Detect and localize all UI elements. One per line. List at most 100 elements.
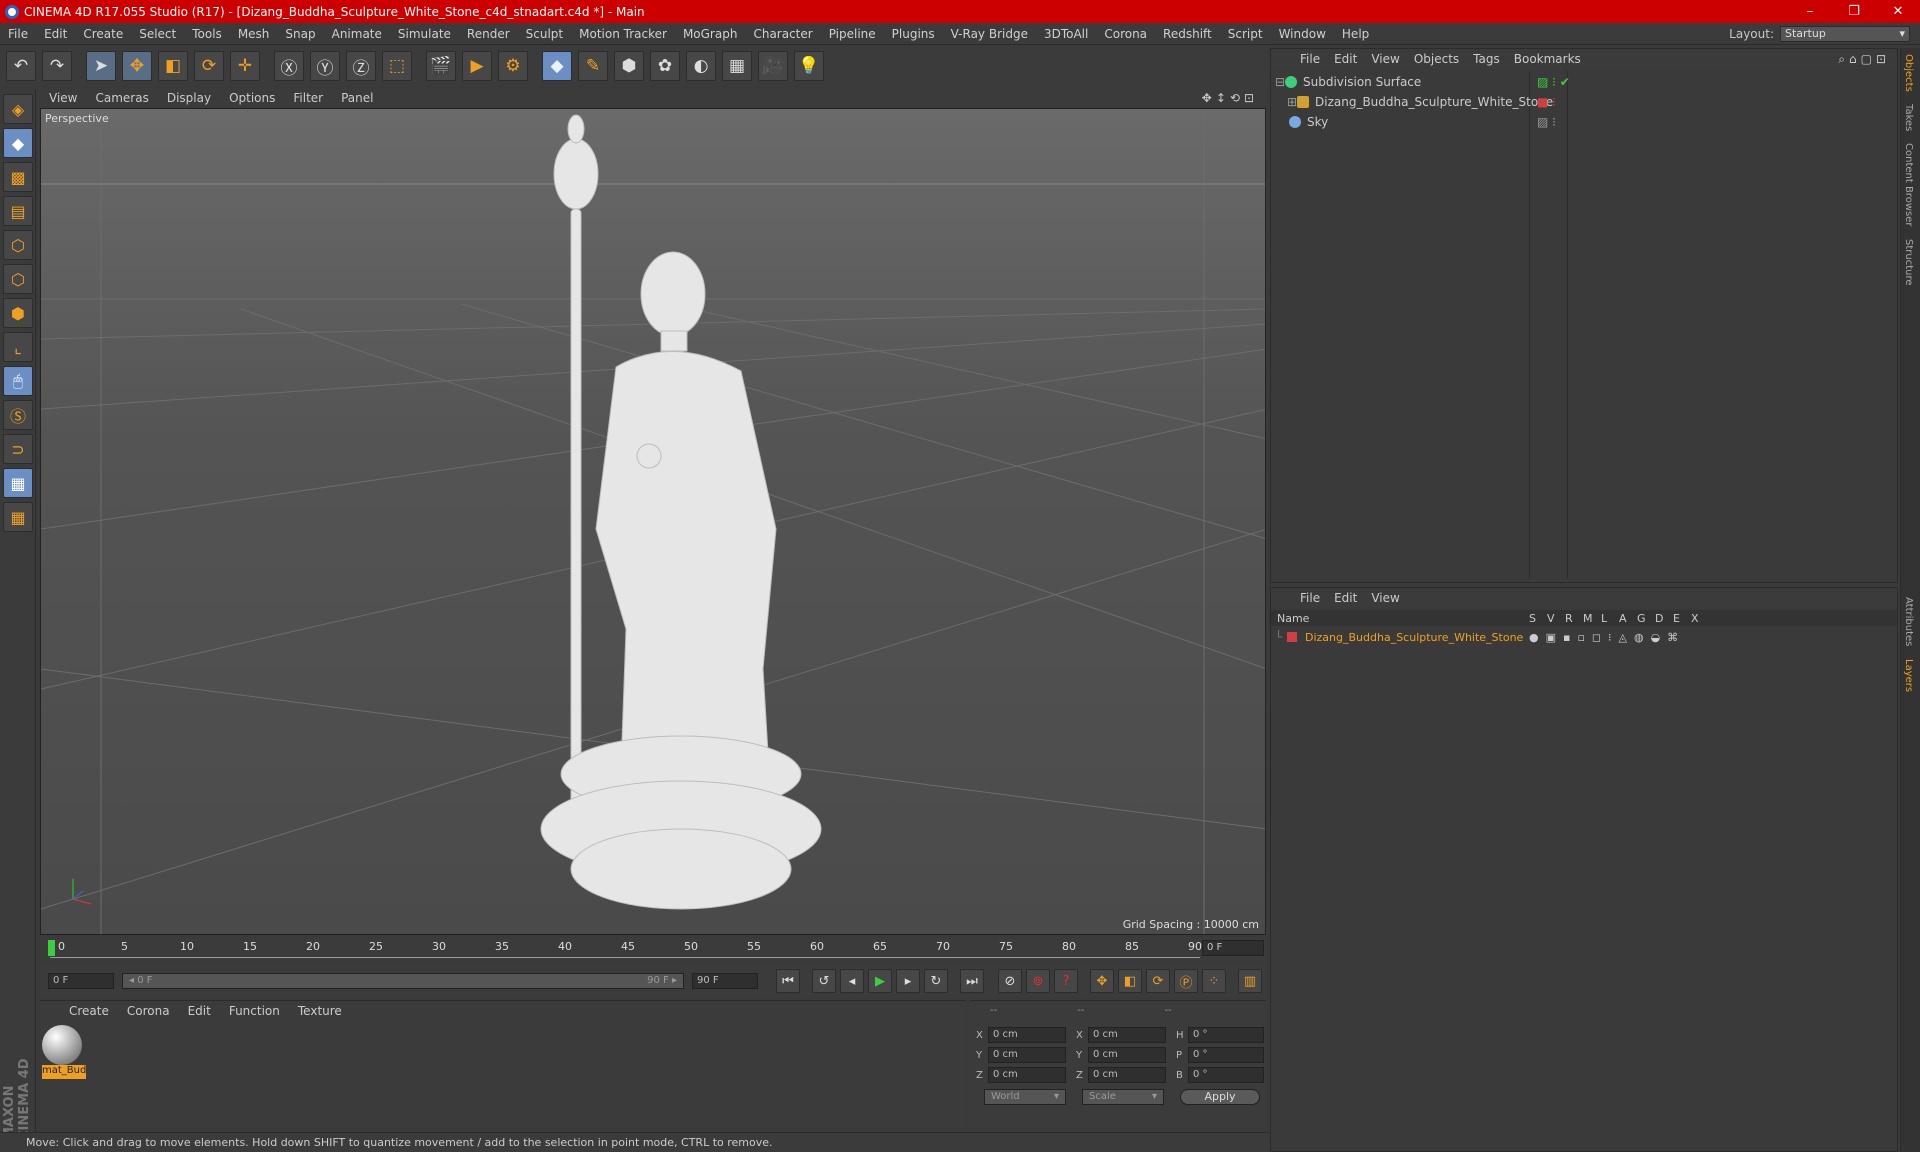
rotation-b-field[interactable]: 0 °	[1188, 1067, 1264, 1083]
objects-menu-tags[interactable]: Tags	[1466, 52, 1507, 66]
edges-mode-icon[interactable]: ⬡	[3, 264, 33, 294]
maximize-button[interactable]: ❐	[1832, 4, 1876, 19]
menu-create[interactable]: Create	[75, 27, 131, 41]
material-menu-function[interactable]: Function	[220, 1004, 289, 1018]
previous-key-icon[interactable]: ↺	[812, 969, 836, 993]
object-row-sky[interactable]: Sky ▨ ⁝	[1275, 113, 1895, 131]
y-axis-icon[interactable]: Ⓨ	[310, 51, 340, 81]
material-menu-texture[interactable]: Texture	[289, 1004, 351, 1018]
pen-spline-icon[interactable]: ✎	[578, 51, 608, 81]
viewport-menu-filter[interactable]: Filter	[284, 91, 332, 105]
snap-icon[interactable]: Ⓢ	[3, 400, 33, 430]
material-menu-edit[interactable]: Edit	[179, 1004, 220, 1018]
layer-color-swatch[interactable]	[1287, 632, 1297, 642]
menu-3dtoall[interactable]: 3DToAll	[1036, 27, 1096, 41]
objects-menu-view[interactable]: View	[1364, 52, 1406, 66]
deformer-icon[interactable]: ◐	[686, 51, 716, 81]
position-z-field[interactable]: 0 cm	[988, 1067, 1066, 1083]
current-frame-field[interactable]: 0 F	[1202, 940, 1264, 956]
cube-primitive-icon[interactable]: ◆	[542, 51, 572, 81]
previous-frame-icon[interactable]: ◂	[840, 969, 864, 993]
polygons-mode-icon[interactable]: ⬢	[3, 298, 33, 328]
menu-sculpt[interactable]: Sculpt	[518, 27, 571, 41]
material-menu-corona[interactable]: Corona	[118, 1004, 179, 1018]
menu-redshift[interactable]: Redshift	[1155, 27, 1220, 41]
menu-script[interactable]: Script	[1220, 27, 1271, 41]
layout-dropdown[interactable]: Startup	[1780, 25, 1910, 42]
perspective-viewport[interactable]: Perspective Grid Spacing : 10000 cm	[40, 108, 1266, 935]
material-menu-create[interactable]: Create	[60, 1004, 118, 1018]
subdivision-generator-icon[interactable]: ⬢	[614, 51, 644, 81]
visibility-dots-icon[interactable]: ▨ ⁝	[1537, 115, 1556, 129]
viewport-menu-panel[interactable]: Panel	[332, 91, 382, 105]
lock-workplane-icon[interactable]: ▦	[3, 468, 33, 498]
menu-file[interactable]: File	[0, 27, 36, 41]
objects-menu-objects[interactable]: Objects	[1407, 52, 1466, 66]
points-mode-icon[interactable]: ⬡	[3, 230, 33, 260]
minimize-button[interactable]: –	[1788, 4, 1832, 19]
menu-window[interactable]: Window	[1271, 27, 1334, 41]
menu-motion-tracker[interactable]: Motion Tracker	[571, 27, 675, 41]
menu-render[interactable]: Render	[459, 27, 518, 41]
planar-workplane-icon[interactable]: ▦	[3, 502, 33, 532]
key-pla-icon[interactable]: ⁘	[1202, 969, 1226, 993]
menu-snap[interactable]: Snap	[277, 27, 323, 41]
menu-simulate[interactable]: Simulate	[390, 27, 459, 41]
enabled-check-icon[interactable]: ▨ ⁝ ✔	[1537, 75, 1570, 89]
menu-edit[interactable]: Edit	[36, 27, 75, 41]
redo-icon[interactable]: ↷	[42, 51, 72, 81]
mograph-cloner-icon[interactable]: ✿	[650, 51, 680, 81]
rotation-h-field[interactable]: 0 °	[1188, 1027, 1264, 1043]
timeline-playhead[interactable]	[48, 940, 55, 956]
material-swatch[interactable]: mat_Bud	[42, 1025, 86, 1081]
menu-mograph[interactable]: MoGraph	[675, 27, 746, 41]
viewport-menu-options[interactable]: Options	[220, 91, 284, 105]
timeline-window-icon[interactable]: ▥	[1238, 969, 1262, 993]
timeline-ruler[interactable]: 0 5 10 15 20 25 30 35 40 45 50 55 60 65 …	[40, 938, 1266, 960]
layer-color-tag-icon[interactable]: ■ ⁝	[1537, 95, 1556, 109]
close-button[interactable]: ✕	[1876, 4, 1920, 19]
axis-mode-icon[interactable]: ⌞	[3, 332, 33, 362]
workplane-icon[interactable]: ▤	[3, 196, 33, 226]
menu-pipeline[interactable]: Pipeline	[821, 27, 884, 41]
render-settings-icon[interactable]: ⚙	[498, 51, 528, 81]
key-parameter-icon[interactable]: Ⓟ	[1174, 969, 1198, 993]
keyframe-selection-icon[interactable]: ?	[1054, 969, 1078, 993]
go-to-start-icon[interactable]: ⏮	[776, 969, 800, 993]
tab-takes[interactable]: Takes	[1901, 98, 1916, 137]
apply-button[interactable]: Apply	[1180, 1089, 1260, 1105]
tab-content-browser[interactable]: Content Browser	[1901, 137, 1916, 232]
scale-tool-icon[interactable]: ◧	[158, 51, 188, 81]
rotate-tool-icon[interactable]: ⟳	[194, 51, 224, 81]
menu-animate[interactable]: Animate	[324, 27, 390, 41]
tab-objects[interactable]: Objects	[1901, 48, 1916, 98]
move-tool-icon[interactable]: ✥	[122, 51, 152, 81]
texture-mode-icon[interactable]: ▩	[3, 162, 33, 192]
menu-tools[interactable]: Tools	[184, 27, 230, 41]
start-frame-field[interactable]: 0 F	[48, 973, 114, 989]
tab-attributes[interactable]: Attributes	[1901, 591, 1916, 652]
menu-vray-bridge[interactable]: V-Ray Bridge	[943, 27, 1036, 41]
key-rotation-icon[interactable]: ⟳	[1146, 969, 1170, 993]
coordinate-mode-dropdown[interactable]: World ▾	[984, 1089, 1066, 1105]
record-keys-icon[interactable]: ⊘	[998, 969, 1022, 993]
render-picture-viewer-icon[interactable]: ▶	[462, 51, 492, 81]
viewport-menu-cameras[interactable]: Cameras	[86, 91, 157, 105]
viewport-navigation-icons[interactable]: ✥↕⟲⊡	[1202, 91, 1266, 105]
end-frame-field[interactable]: 90 F	[692, 973, 758, 989]
camera-icon[interactable]: 🎥	[758, 51, 788, 81]
menu-plugins[interactable]: Plugins	[884, 27, 943, 41]
viewport-menu-display[interactable]: Display	[158, 91, 220, 105]
object-manager-toolbar-icons[interactable]: ⌕⌂▢⊡	[1831, 52, 1897, 67]
objects-menu-bookmarks[interactable]: Bookmarks	[1507, 52, 1588, 66]
timeline-scale[interactable]: 0 5 10 15 20 25 30 35 40 45 50 55 60 65 …	[50, 940, 1202, 958]
magnet-icon[interactable]: ⊃	[3, 434, 33, 464]
menu-mesh[interactable]: Mesh	[230, 27, 278, 41]
x-axis-icon[interactable]: Ⓧ	[274, 51, 304, 81]
menu-character[interactable]: Character	[745, 27, 820, 41]
make-editable-icon[interactable]: ◈	[3, 94, 33, 124]
viewport-menu-view[interactable]: View	[40, 91, 86, 105]
objects-menu-file[interactable]: File	[1293, 52, 1327, 66]
tab-layers[interactable]: Layers	[1901, 653, 1916, 698]
select-arrow-icon[interactable]: ➤	[86, 51, 116, 81]
